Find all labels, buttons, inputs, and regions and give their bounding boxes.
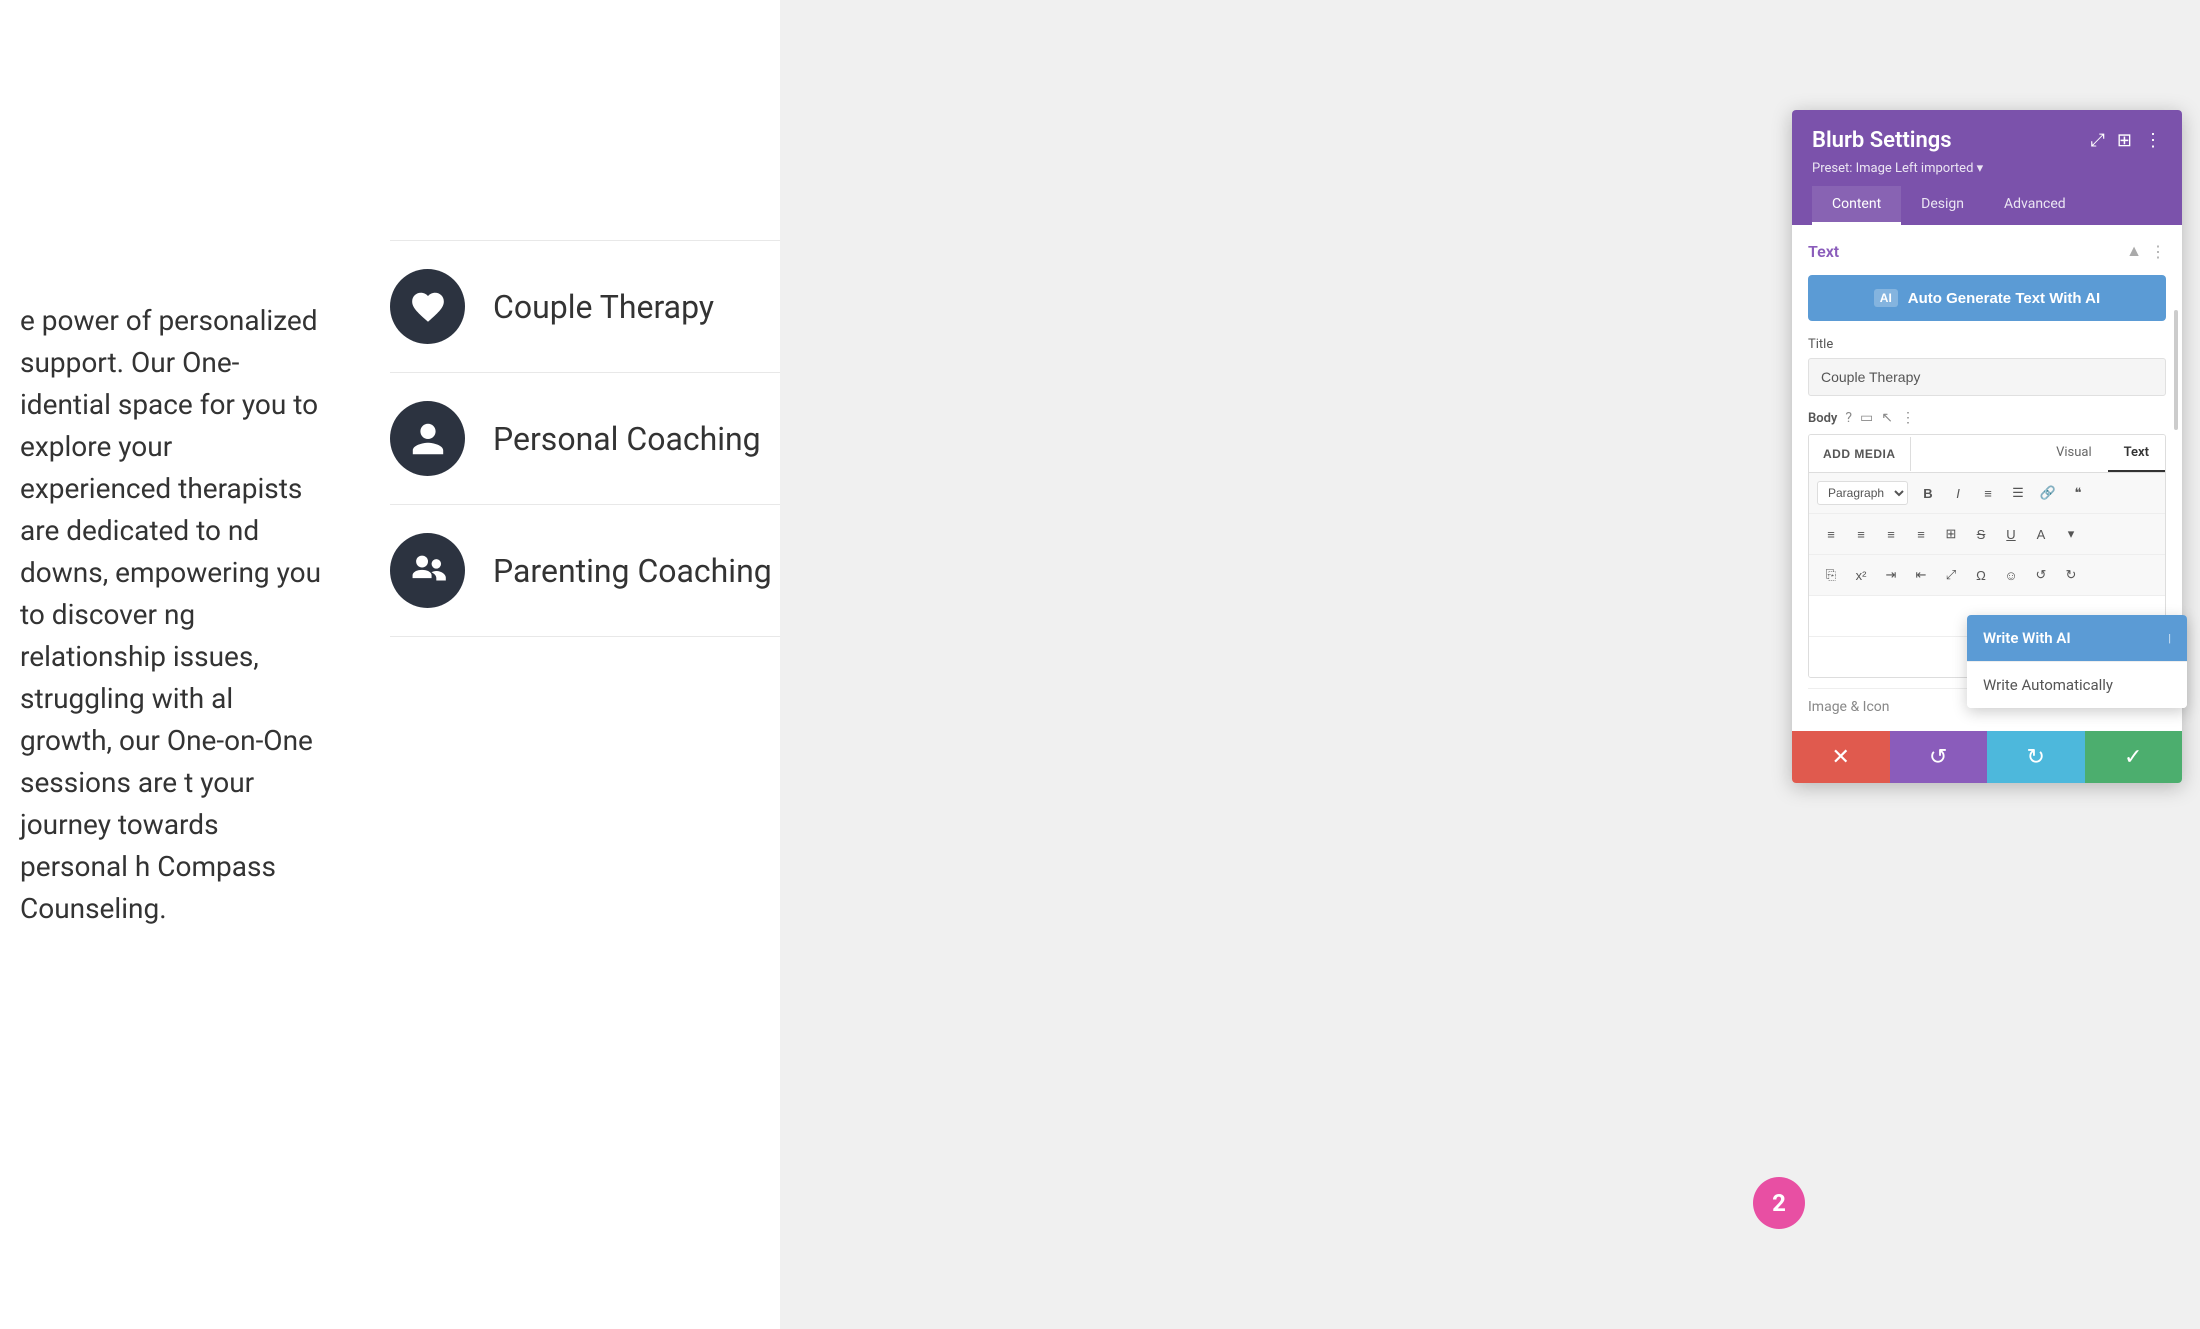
body-label: Body [1808,411,1837,426]
emoji-button[interactable]: ☺ [1997,561,2025,589]
blockquote-button[interactable]: ❝ [2064,479,2092,507]
parenting-coaching-label: Parenting Coaching [493,552,772,590]
redo-button[interactable]: ↻ [1987,731,2085,783]
settings-panel: Blurb Settings ⤢ ⊞ ⋮ Preset: Image Left … [1792,110,2182,783]
link-button[interactable]: 🔗 [2034,479,2062,507]
scroll-indicator [2174,310,2178,430]
body-text: e power of personalized support. Our One… [20,300,330,930]
options-icon[interactable]: ⋮ [1901,410,1915,426]
personal-coaching-icon-container [390,401,465,476]
write-automatically-label: Write Automatically [1983,676,2113,694]
list-item: Parenting Coaching [390,505,780,637]
layout-icon[interactable]: ⊞ [2117,130,2132,151]
write-with-ai-option[interactable]: Write With AI | [1967,615,2187,661]
font-color-button[interactable]: A [2027,520,2055,548]
tab-advanced[interactable]: Advanced [1984,186,2086,225]
mobile-icon[interactable]: ▭ [1860,410,1873,426]
write-with-ai-label: Write With AI [1983,629,2071,647]
panel-title-icons: ⤢ ⊞ ⋮ [2091,130,2163,151]
panel-bottom-bar: ✕ ↺ ↻ ✓ [1792,731,2182,783]
panel-tabs: Content Design Advanced [1812,186,2162,225]
heart-icon [409,288,447,326]
align-right-button[interactable]: ≡ [1877,520,1905,548]
strikethrough-button[interactable]: S [1967,520,1995,548]
section-collapse-icon[interactable]: ▲ [2126,241,2142,261]
section-more-icon[interactable]: ⋮ [2150,242,2166,261]
people-icon [409,552,447,590]
ai-badge: AI [1874,289,1898,307]
body-toolbar: Body ? ▭ ↖ ⋮ [1808,410,2166,426]
list-item: Personal Coaching [390,373,780,505]
title-input[interactable] [1808,358,2166,396]
step-number: 2 [1772,1189,1786,1217]
bold-button[interactable]: B [1914,479,1942,507]
format-toolbar-row2: ≡ ≡ ≡ ≡ ⊞ S U A ▾ [1809,514,2165,555]
indent-button[interactable]: ⇥ [1877,561,1905,589]
editor-view-tabs: Visual Text [2040,435,2165,472]
format-toolbar-row1: Paragraph B I ≡ ☰ 🔗 ❝ [1809,473,2165,514]
couple-therapy-label: Couple Therapy [493,288,714,326]
ordered-list-button[interactable]: ☰ [2004,479,2032,507]
format-toolbar-row3: ⎘ x² ⇥ ⇤ ⤢ Ω ☺ ↺ ↻ [1809,555,2165,596]
fullscreen-button[interactable]: ⤢ [1937,561,1965,589]
tab-text[interactable]: Text [2108,435,2165,472]
font-color-arrow[interactable]: ▾ [2057,520,2085,548]
cancel-button[interactable]: ✕ [1792,731,1890,783]
title-field-label: Title [1808,337,2166,352]
special-chars-button[interactable]: Ω [1967,561,1995,589]
service-list: Couple Therapy Personal Coaching Pare [390,240,780,637]
ai-button-label: Auto Generate Text With AI [1908,290,2100,307]
align-center-button[interactable]: ≡ [1847,520,1875,548]
panel-title: Blurb Settings [1812,128,1952,153]
body-text-content: e power of personalized support. Our One… [20,304,321,925]
undo-button[interactable]: ↺ [1890,731,1988,783]
text-section-header: Text ▲ ⋮ [1808,241,2166,261]
paste-button[interactable]: ⎘ [1817,561,1845,589]
paragraph-select[interactable]: Paragraph [1817,481,1908,505]
undo-format-button[interactable]: ↺ [2027,561,2055,589]
save-icon: ✓ [2124,744,2142,770]
unordered-list-button[interactable]: ≡ [1974,479,2002,507]
justify-button[interactable]: ≡ [1907,520,1935,548]
write-automatically-option[interactable]: Write Automatically [1967,661,2187,708]
italic-button[interactable]: I [1944,479,1972,507]
section-header-icons: ▲ ⋮ [2126,241,2166,261]
underline-button[interactable]: U [1997,520,2025,548]
redo-icon: ↻ [2027,744,2045,770]
tab-visual[interactable]: Visual [2040,435,2108,472]
cursor-icon[interactable]: ↖ [1881,410,1893,426]
cursor-indicator: | [2168,632,2171,645]
expand-icon[interactable]: ⤢ [2091,130,2105,151]
list-item: Couple Therapy [390,240,780,373]
panel-title-row: Blurb Settings ⤢ ⊞ ⋮ [1812,128,2162,153]
superscript-button[interactable]: x² [1847,561,1875,589]
couple-therapy-icon-container [390,269,465,344]
step-badge: 2 [1753,1177,1805,1229]
editor-top-bar: ADD MEDIA Visual Text [1809,435,2165,473]
tab-design[interactable]: Design [1901,186,1984,225]
text-section-title: Text [1808,242,1839,261]
outdent-button[interactable]: ⇤ [1907,561,1935,589]
help-icon[interactable]: ? [1845,410,1852,426]
person-icon [409,420,447,458]
align-left-button[interactable]: ≡ [1817,520,1845,548]
tab-content[interactable]: Content [1812,186,1901,225]
left-panel: e power of personalized support. Our One… [0,0,780,1329]
panel-header: Blurb Settings ⤢ ⊞ ⋮ Preset: Image Left … [1792,110,2182,225]
more-icon[interactable]: ⋮ [2144,130,2162,151]
personal-coaching-label: Personal Coaching [493,420,761,458]
redo-format-button[interactable]: ↻ [2057,561,2085,589]
save-button[interactable]: ✓ [2085,731,2183,783]
cancel-icon: ✕ [1832,744,1850,770]
ai-generate-button[interactable]: AI Auto Generate Text With AI [1808,275,2166,321]
write-ai-dropdown: Write With AI | Write Automatically [1967,615,2187,708]
preset-label: Preset: Image Left imported ▾ [1812,161,2162,176]
parenting-coaching-icon-container [390,533,465,608]
undo-icon: ↺ [1929,744,1947,770]
add-media-button[interactable]: ADD MEDIA [1809,437,1911,471]
table-button[interactable]: ⊞ [1937,520,1965,548]
